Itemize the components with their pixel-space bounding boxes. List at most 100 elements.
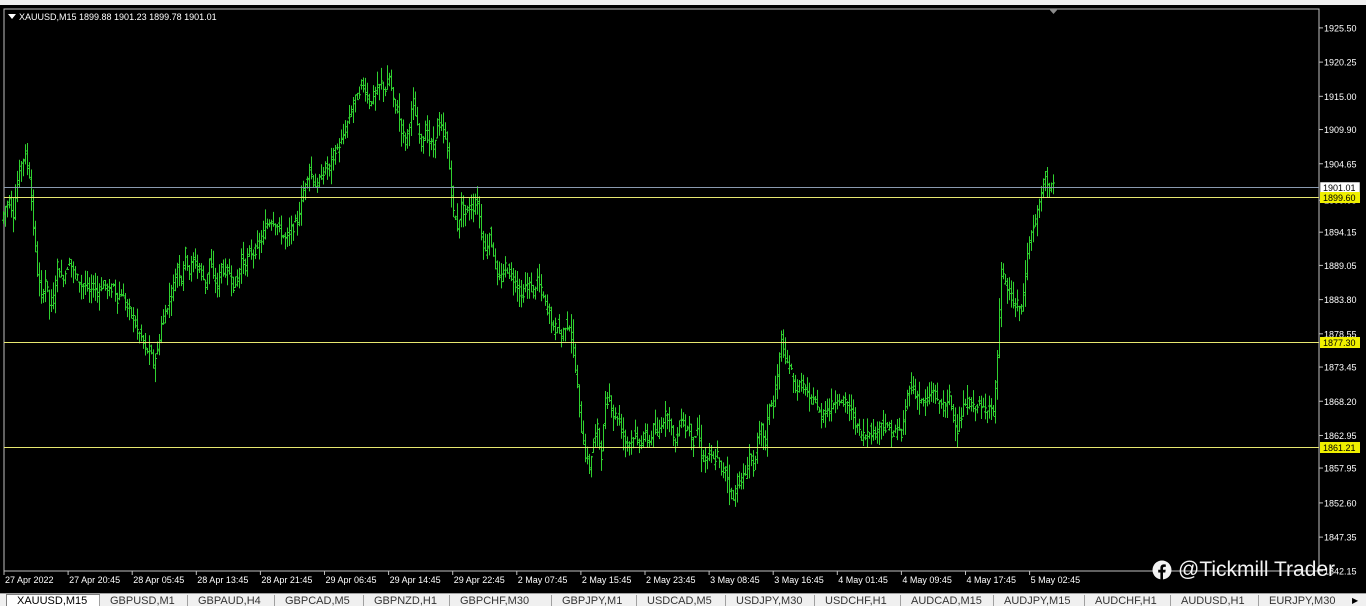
ohlc-bar <box>954 407 957 442</box>
ohlc-bar <box>812 387 815 405</box>
x-tick-label: 28 Apr 21:45 <box>261 575 312 585</box>
ohlc-bar <box>904 399 907 435</box>
ohlc-bar <box>680 408 683 429</box>
chart-canvas[interactable]: 1925.50 1920.25 1915.00 1909.90 1904.65 1899.… <box>0 5 1366 593</box>
ohlc-bar <box>240 248 243 284</box>
ohlc-bar <box>610 395 613 418</box>
chart-tab[interactable]: USDCHF,H1 <box>814 595 900 606</box>
ohlc-bar <box>860 430 863 441</box>
ohlc-bar <box>524 272 527 293</box>
ohlc-bar <box>656 417 659 437</box>
y-tick-label: 1847.35 <box>1324 533 1357 543</box>
price-level-label: 1899.60 <box>1323 193 1356 203</box>
ohlc-bar <box>530 272 533 293</box>
y-tick-label: 1868.20 <box>1324 397 1357 407</box>
chart-tab[interactable]: GBPCHF,M30 <box>449 595 551 606</box>
ohlc-bar <box>346 120 349 138</box>
chart-tab[interactable]: XAUUSD,M15 <box>6 594 100 606</box>
chart-tab[interactable]: AUDCHF,H1 <box>1084 595 1170 606</box>
ohlc-bar <box>944 401 947 418</box>
ohlc-bar <box>580 401 583 433</box>
ohlc-bar <box>142 335 145 349</box>
ohlc-bar <box>600 440 603 471</box>
ohlc-bar <box>1022 283 1025 312</box>
ohlc-bar <box>994 380 997 424</box>
chart-tab[interactable]: AUDUSD,H1 <box>1170 595 1258 606</box>
ohlc-bar <box>18 159 21 188</box>
ohlc-bar <box>768 403 771 426</box>
ohlc-bar <box>748 444 751 479</box>
chart-tab[interactable]: GBPUSD,M1 <box>99 595 187 606</box>
ohlc-bar <box>900 428 903 442</box>
ohlc-bar <box>502 263 505 283</box>
ohlc-bar <box>232 276 235 294</box>
ohlc-bar <box>398 93 401 132</box>
ohlc-bar <box>980 395 983 420</box>
ohlc-bar <box>386 65 389 91</box>
ohlc-bar <box>976 403 979 414</box>
ohlc-bar <box>146 348 149 354</box>
ohlc-bar <box>190 255 193 282</box>
ohlc-bar <box>654 409 657 435</box>
ohlc-bar <box>118 281 121 301</box>
ohlc-bar <box>1026 242 1029 281</box>
symbol-ohlc-label: XAUUSD,M15 1899.88 1901.23 1899.78 1901.… <box>8 12 217 22</box>
ohlc-bar <box>592 438 595 453</box>
chart-tab[interactable]: AUDCAD,M15 <box>900 595 993 606</box>
ohlc-bar <box>492 242 495 257</box>
chart-tab[interactable]: AUDJPY,M15 <box>993 595 1084 606</box>
ohlc-bar <box>910 372 913 395</box>
ohlc-bar <box>294 214 297 223</box>
chart-tab[interactable]: GBPCAD,M5 <box>274 595 363 606</box>
ohlc-bar <box>650 430 653 446</box>
ohlc-bar <box>80 274 83 300</box>
ohlc-bar <box>676 427 679 447</box>
ohlc-bar <box>1018 305 1021 322</box>
chart-tab[interactable]: EURJPY,M30 <box>1258 595 1348 606</box>
ohlc-bar <box>422 136 425 154</box>
ohlc-bar <box>732 489 735 501</box>
ohlc-bar <box>662 417 665 429</box>
ohlc-bar <box>42 288 45 303</box>
ohlc-bar <box>134 315 137 329</box>
price-chart[interactable]: 1925.50 1920.25 1915.00 1909.90 1904.65 1899.… <box>0 5 1366 593</box>
ohlc-bar <box>634 419 637 440</box>
ohlc-bar <box>1008 277 1011 301</box>
ohlc-bar <box>344 120 347 139</box>
chart-tab[interactable]: GBPNZD,H1 <box>363 595 449 606</box>
ohlc-bar <box>468 196 471 221</box>
chart-shift-marker-icon[interactable] <box>1049 9 1058 14</box>
chart-tab[interactable]: GBPAUD,H4 <box>187 595 274 606</box>
ohlc-bar <box>280 215 283 245</box>
ohlc-bar <box>526 272 529 299</box>
ohlc-bar <box>186 254 189 271</box>
ohlc-bar <box>820 403 823 429</box>
ohlc-bar <box>188 265 191 280</box>
collapse-triangle-icon[interactable] <box>8 14 16 19</box>
ohlc-bar <box>724 466 727 482</box>
ohlc-bar <box>400 118 403 147</box>
ohlc-bar <box>154 353 157 383</box>
ohlc-bar <box>466 205 469 213</box>
ohlc-bar <box>658 419 661 440</box>
ohlc-bar <box>132 307 135 333</box>
ohlc-bar <box>594 424 597 448</box>
chart-tab[interactable]: GBPJPY,M1 <box>551 595 636 606</box>
ohlc-bar <box>834 390 837 414</box>
ohlc-bar <box>788 355 791 375</box>
ohlc-bar <box>442 112 445 144</box>
chart-tab[interactable]: USDCAD,M5 <box>636 595 725 606</box>
ohlc-bar <box>426 115 429 144</box>
ohlc-bar <box>1034 214 1037 227</box>
ohlc-bar <box>228 258 231 275</box>
ohlc-bar <box>110 283 113 298</box>
ohlc-bar <box>78 281 81 293</box>
ohlc-bar <box>778 352 781 390</box>
ohlc-bar <box>108 278 111 297</box>
ohlc-bar <box>478 196 481 229</box>
ohlc-bar <box>664 401 667 437</box>
ohlc-bar <box>316 177 319 193</box>
ohlc-bar <box>1042 178 1045 199</box>
chart-tab[interactable]: USDJPY,M30 <box>725 595 814 606</box>
ohlc-bar <box>100 277 103 292</box>
